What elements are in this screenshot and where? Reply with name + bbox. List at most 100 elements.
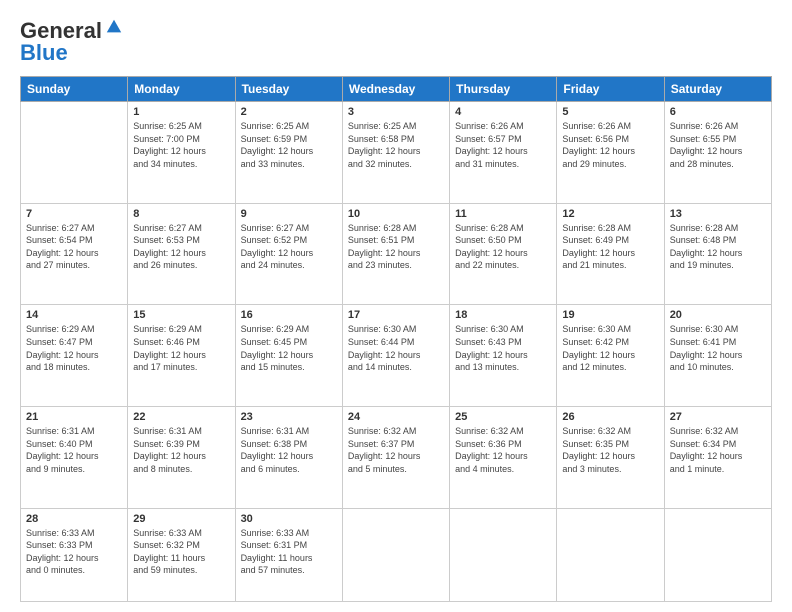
calendar-cell: 17 Sunrise: 6:30 AM Sunset: 6:44 PM Dayli…	[342, 305, 449, 407]
calendar-cell: 25 Sunrise: 6:32 AM Sunset: 6:36 PM Dayli…	[450, 407, 557, 509]
day-number: 29	[133, 513, 229, 525]
day-number: 13	[670, 208, 766, 220]
day-number: 22	[133, 411, 229, 423]
cell-info: Sunrise: 6:28 AM Sunset: 6:48 PM Dayligh…	[670, 222, 766, 272]
weekday-monday: Monday	[128, 77, 235, 102]
calendar-cell: 26 Sunrise: 6:32 AM Sunset: 6:35 PM Dayli…	[557, 407, 664, 509]
calendar-cell: 10 Sunrise: 6:28 AM Sunset: 6:51 PM Dayli…	[342, 203, 449, 305]
day-number: 24	[348, 411, 444, 423]
calendar-cell: 11 Sunrise: 6:28 AM Sunset: 6:50 PM Dayli…	[450, 203, 557, 305]
cell-info: Sunrise: 6:32 AM Sunset: 6:35 PM Dayligh…	[562, 425, 658, 475]
calendar-cell: 6Sunrise: 6:26 AM Sunset: 6:55 PM Daylig…	[664, 102, 771, 204]
cell-info: Sunrise: 6:32 AM Sunset: 6:37 PM Dayligh…	[348, 425, 444, 475]
day-number: 20	[670, 309, 766, 321]
cell-info: Sunrise: 6:26 AM Sunset: 6:55 PM Dayligh…	[670, 120, 766, 170]
cell-info: Sunrise: 6:30 AM Sunset: 6:44 PM Dayligh…	[348, 323, 444, 373]
calendar-cell: 9Sunrise: 6:27 AM Sunset: 6:52 PM Daylig…	[235, 203, 342, 305]
cell-info: Sunrise: 6:25 AM Sunset: 6:59 PM Dayligh…	[241, 120, 337, 170]
cell-info: Sunrise: 6:30 AM Sunset: 6:42 PM Dayligh…	[562, 323, 658, 373]
calendar-cell	[664, 508, 771, 601]
day-number: 17	[348, 309, 444, 321]
cell-info: Sunrise: 6:29 AM Sunset: 6:45 PM Dayligh…	[241, 323, 337, 373]
calendar-cell	[342, 508, 449, 601]
weekday-saturday: Saturday	[664, 77, 771, 102]
day-number: 12	[562, 208, 658, 220]
week-row-4: 28 Sunrise: 6:33 AM Sunset: 6:33 PM Dayli…	[21, 508, 772, 601]
cell-info: Sunrise: 6:27 AM Sunset: 6:54 PM Dayligh…	[26, 222, 122, 272]
day-number: 4	[455, 106, 551, 118]
day-number: 10	[348, 208, 444, 220]
cell-info: Sunrise: 6:30 AM Sunset: 6:41 PM Dayligh…	[670, 323, 766, 373]
cell-info: Sunrise: 6:32 AM Sunset: 6:34 PM Dayligh…	[670, 425, 766, 475]
calendar-table: SundayMondayTuesdayWednesdayThursdayFrid…	[20, 76, 772, 602]
weekday-wednesday: Wednesday	[342, 77, 449, 102]
calendar-cell: 23 Sunrise: 6:31 AM Sunset: 6:38 PM Dayli…	[235, 407, 342, 509]
cell-info: Sunrise: 6:28 AM Sunset: 6:49 PM Dayligh…	[562, 222, 658, 272]
weekday-sunday: Sunday	[21, 77, 128, 102]
calendar-cell: 21 Sunrise: 6:31 AM Sunset: 6:40 PM Dayli…	[21, 407, 128, 509]
cell-info: Sunrise: 6:29 AM Sunset: 6:46 PM Dayligh…	[133, 323, 229, 373]
calendar-cell: 8 Sunrise: 6:27 AM Sunset: 6:53 PM Daylig…	[128, 203, 235, 305]
day-number: 5	[562, 106, 658, 118]
day-number: 8	[133, 208, 229, 220]
week-row-3: 21 Sunrise: 6:31 AM Sunset: 6:40 PM Dayli…	[21, 407, 772, 509]
calendar-cell: 2Sunrise: 6:25 AM Sunset: 6:59 PM Daylig…	[235, 102, 342, 204]
calendar-cell	[450, 508, 557, 601]
cell-info: Sunrise: 6:30 AM Sunset: 6:43 PM Dayligh…	[455, 323, 551, 373]
page: General Blue SundayMondayTuesdayWednesda…	[0, 0, 792, 612]
cell-info: Sunrise: 6:27 AM Sunset: 6:53 PM Dayligh…	[133, 222, 229, 272]
weekday-header-row: SundayMondayTuesdayWednesdayThursdayFrid…	[21, 77, 772, 102]
day-number: 26	[562, 411, 658, 423]
day-number: 15	[133, 309, 229, 321]
logo-icon	[105, 18, 123, 36]
cell-info: Sunrise: 6:29 AM Sunset: 6:47 PM Dayligh…	[26, 323, 122, 373]
calendar-cell: 1Sunrise: 6:25 AM Sunset: 7:00 PM Daylig…	[128, 102, 235, 204]
day-number: 11	[455, 208, 551, 220]
week-row-2: 14 Sunrise: 6:29 AM Sunset: 6:47 PM Dayli…	[21, 305, 772, 407]
calendar-cell: 20 Sunrise: 6:30 AM Sunset: 6:41 PM Dayli…	[664, 305, 771, 407]
calendar-cell: 24 Sunrise: 6:32 AM Sunset: 6:37 PM Dayli…	[342, 407, 449, 509]
day-number: 25	[455, 411, 551, 423]
calendar-cell: 19 Sunrise: 6:30 AM Sunset: 6:42 PM Dayli…	[557, 305, 664, 407]
cell-info: Sunrise: 6:31 AM Sunset: 6:40 PM Dayligh…	[26, 425, 122, 475]
day-number: 16	[241, 309, 337, 321]
cell-info: Sunrise: 6:26 AM Sunset: 6:56 PM Dayligh…	[562, 120, 658, 170]
cell-info: Sunrise: 6:28 AM Sunset: 6:51 PM Dayligh…	[348, 222, 444, 272]
calendar-cell	[557, 508, 664, 601]
calendar-cell: 13 Sunrise: 6:28 AM Sunset: 6:48 PM Dayli…	[664, 203, 771, 305]
day-number: 30	[241, 513, 337, 525]
cell-info: Sunrise: 6:31 AM Sunset: 6:38 PM Dayligh…	[241, 425, 337, 475]
calendar-cell: 22 Sunrise: 6:31 AM Sunset: 6:39 PM Dayli…	[128, 407, 235, 509]
calendar-cell: 16 Sunrise: 6:29 AM Sunset: 6:45 PM Dayli…	[235, 305, 342, 407]
day-number: 21	[26, 411, 122, 423]
calendar-cell: 7Sunrise: 6:27 AM Sunset: 6:54 PM Daylig…	[21, 203, 128, 305]
day-number: 28	[26, 513, 122, 525]
day-number: 14	[26, 309, 122, 321]
calendar-cell: 30 Sunrise: 6:33 AM Sunset: 6:31 PM Dayli…	[235, 508, 342, 601]
day-number: 27	[670, 411, 766, 423]
calendar-cell: 28 Sunrise: 6:33 AM Sunset: 6:33 PM Dayli…	[21, 508, 128, 601]
cell-info: Sunrise: 6:33 AM Sunset: 6:31 PM Dayligh…	[241, 527, 337, 577]
day-number: 1	[133, 106, 229, 118]
day-number: 3	[348, 106, 444, 118]
weekday-thursday: Thursday	[450, 77, 557, 102]
day-number: 19	[562, 309, 658, 321]
cell-info: Sunrise: 6:26 AM Sunset: 6:57 PM Dayligh…	[455, 120, 551, 170]
cell-info: Sunrise: 6:33 AM Sunset: 6:33 PM Dayligh…	[26, 527, 122, 577]
calendar-cell: 29Sunrise: 6:33 AM Sunset: 6:32 PM Dayli…	[128, 508, 235, 601]
day-number: 23	[241, 411, 337, 423]
cell-info: Sunrise: 6:27 AM Sunset: 6:52 PM Dayligh…	[241, 222, 337, 272]
cell-info: Sunrise: 6:31 AM Sunset: 6:39 PM Dayligh…	[133, 425, 229, 475]
cell-info: Sunrise: 6:28 AM Sunset: 6:50 PM Dayligh…	[455, 222, 551, 272]
weekday-tuesday: Tuesday	[235, 77, 342, 102]
calendar-cell	[21, 102, 128, 204]
cell-info: Sunrise: 6:32 AM Sunset: 6:36 PM Dayligh…	[455, 425, 551, 475]
week-row-1: 7Sunrise: 6:27 AM Sunset: 6:54 PM Daylig…	[21, 203, 772, 305]
day-number: 18	[455, 309, 551, 321]
calendar-cell: 27 Sunrise: 6:32 AM Sunset: 6:34 PM Dayli…	[664, 407, 771, 509]
calendar-cell: 15 Sunrise: 6:29 AM Sunset: 6:46 PM Dayli…	[128, 305, 235, 407]
logo: General Blue	[20, 18, 123, 66]
cell-info: Sunrise: 6:25 AM Sunset: 6:58 PM Dayligh…	[348, 120, 444, 170]
calendar-cell: 18 Sunrise: 6:30 AM Sunset: 6:43 PM Dayli…	[450, 305, 557, 407]
weekday-friday: Friday	[557, 77, 664, 102]
